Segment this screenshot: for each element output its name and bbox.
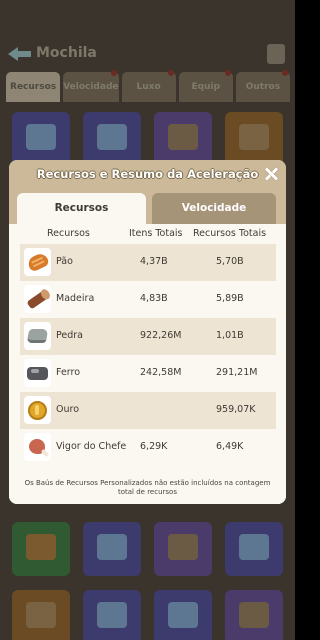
background-tab-bar: Recursos Velocidade Luxo Equip Outros	[6, 70, 291, 102]
gold-coin-icon	[28, 401, 47, 420]
dialog-title: Recursos e Resumo da Aceleração	[36, 167, 259, 181]
resource-icon-box	[24, 433, 51, 461]
notification-dot-icon	[167, 70, 174, 76]
close-icon[interactable]	[262, 165, 280, 183]
resources-panel: Recursos Itens Totais Recursos Totais Pã…	[9, 224, 286, 504]
item-tile[interactable]	[154, 112, 212, 166]
table-row: Pedra 922,26M 1,01B	[20, 318, 276, 355]
item-tile[interactable]	[225, 112, 283, 166]
wood-icon	[26, 289, 50, 310]
dialog-header: Recursos e Resumo da Aceleração	[9, 160, 286, 190]
background-tab-outros[interactable]: Outros	[235, 70, 291, 102]
background-tab-label: Equip	[191, 82, 221, 92]
background-tab-label: Velocidade	[63, 82, 119, 92]
resource-name: Madeira	[56, 293, 95, 304]
resource-items-total: 922,26M	[140, 330, 182, 341]
resource-items-total: 6,29K	[140, 441, 168, 452]
notification-dot-icon	[110, 70, 117, 76]
table-row: Ouro 959,07K	[20, 392, 276, 429]
table-row: Vigor do Chefe 6,29K 6,49K	[20, 429, 276, 466]
resource-name: Ferro	[56, 367, 81, 378]
background-title: Mochila	[36, 45, 97, 61]
item-tile[interactable]	[225, 590, 283, 640]
resource-name: Pão	[56, 256, 73, 267]
resource-icon-box	[24, 248, 51, 276]
resource-items-total: 4,37B	[140, 256, 168, 267]
tab-velocidade[interactable]: Velocidade	[152, 193, 276, 224]
resource-total: 6,49K	[216, 441, 244, 452]
item-tile[interactable]	[12, 590, 70, 640]
item-tile[interactable]	[83, 522, 141, 576]
resource-items-total: 4,83B	[140, 293, 168, 304]
resource-total: 5,89B	[216, 293, 244, 304]
resource-total: 959,07K	[216, 404, 256, 415]
item-tile[interactable]	[12, 522, 70, 576]
back-arrow-icon[interactable]	[8, 44, 34, 64]
tab-recursos[interactable]: Recursos	[17, 193, 146, 224]
notification-dot-icon	[282, 70, 289, 76]
resource-icon-box	[24, 285, 51, 313]
background-tab-luxo[interactable]: Luxo	[121, 70, 176, 102]
item-tile[interactable]	[83, 590, 141, 640]
resource-icon-box	[24, 359, 51, 387]
column-header-resources-total: Recursos Totais	[193, 228, 267, 239]
item-tile[interactable]	[12, 112, 70, 166]
iron-icon	[27, 367, 48, 380]
background-tab-velocidade[interactable]: Velocidade	[63, 70, 119, 102]
resource-name: Ouro	[56, 404, 80, 415]
resource-icon-box	[24, 396, 51, 424]
footnote-text: Os Baús de Recursos Personalizados não e…	[17, 478, 278, 497]
item-tile[interactable]	[225, 522, 283, 576]
column-header-resource: Recursos	[47, 228, 90, 239]
resource-name: Vigor do Chefe	[56, 441, 127, 452]
resource-icon-box	[24, 322, 51, 350]
resource-name: Pedra	[56, 330, 83, 341]
notification-dot-icon	[224, 70, 231, 76]
background-tab-label: Outros	[245, 82, 281, 92]
bread-icon	[25, 251, 51, 273]
dialog-tab-bar: Recursos Velocidade	[9, 190, 286, 224]
item-tile[interactable]	[154, 522, 212, 576]
resource-items-total: 242,58M	[140, 367, 182, 378]
item-tile[interactable]	[154, 590, 212, 640]
resources-summary-dialog: Recursos e Resumo da Aceleração Recursos…	[9, 160, 286, 504]
background-tab-recursos[interactable]: Recursos	[6, 72, 61, 102]
stone-icon	[26, 329, 49, 343]
background-corner-button[interactable]	[267, 44, 285, 64]
background-tab-label: Luxo	[136, 82, 161, 92]
item-tile[interactable]	[83, 112, 141, 166]
column-header-items-total: Itens Totais	[129, 228, 183, 239]
meat-icon	[29, 439, 45, 454]
resource-total: 1,01B	[216, 330, 244, 341]
resources-table[interactable]: Pão 4,37B 5,70B Madeira 4,83B 5,89B Pedr…	[20, 244, 276, 480]
table-header: Recursos Itens Totais Recursos Totais	[9, 228, 286, 244]
table-row: Pão 4,37B 5,70B	[20, 244, 276, 281]
resource-total: 5,70B	[216, 256, 244, 267]
table-row: Ferro 242,58M 291,21M	[20, 355, 276, 392]
table-row: Madeira 4,83B 5,89B	[20, 281, 276, 318]
resource-total: 291,21M	[216, 367, 258, 378]
background-tab-equip[interactable]: Equip	[178, 70, 233, 102]
background-tab-label: Recursos	[10, 82, 57, 92]
